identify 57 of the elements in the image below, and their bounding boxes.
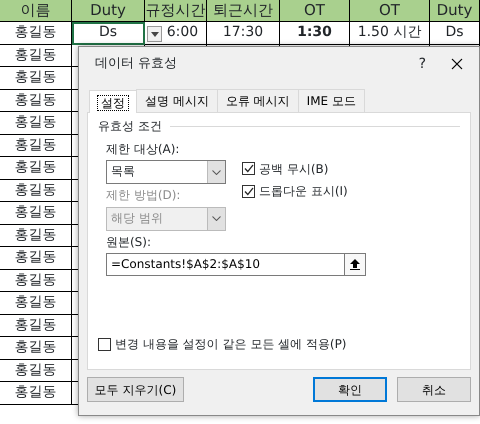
checkbox[interactable]: [98, 338, 111, 351]
checkbox[interactable]: [242, 162, 255, 176]
table-cell-text: 17:30: [222, 23, 264, 42]
dropdown-button[interactable]: [147, 26, 162, 42]
table-cell-text: 홍길동: [14, 180, 56, 200]
table-cell-text: Ds: [445, 23, 464, 42]
dialog-button[interactable]: 모두 지우기(C): [87, 377, 184, 402]
column-header: 이름: [20, 0, 50, 21]
checkbox-label: 변경 내용을 설정이 같은 모든 셀에 적용(P): [115, 337, 346, 352]
dialog-button[interactable]: 취소: [397, 377, 471, 402]
dropdown-field: 해당 범위: [106, 206, 226, 231]
table-cell-text: 1.50 시간: [358, 23, 422, 42]
dropdown-field[interactable]: 목록: [106, 160, 226, 184]
table-cell-text: 홍길동: [14, 23, 56, 42]
table-cell-text: 홍길동: [14, 46, 56, 65]
collapse-button[interactable]: [344, 252, 366, 276]
upload-arrow-icon: [350, 258, 360, 270]
table-cell-text: 홍길동: [14, 383, 56, 402]
tab[interactable]: 설정: [89, 90, 137, 114]
table-cell-text: 6:00: [166, 23, 198, 42]
table-cell-text: 홍길동: [14, 203, 56, 222]
field-label: 원본(S):: [106, 234, 152, 249]
table-cell-text: 홍길동: [14, 68, 56, 88]
selected-cell[interactable]: Ds: [72, 22, 145, 44]
table-cell-text: 1:30: [297, 23, 332, 42]
column-header: OT: [304, 0, 325, 21]
field-label: 제한 대상(A):: [106, 142, 180, 156]
table-cell-text: 홍길동: [14, 338, 56, 358]
table-cell-text: 홍길동: [14, 293, 56, 312]
table-cell-text: 홍길동: [14, 158, 56, 178]
chevron-down-icon: [212, 170, 221, 175]
window-title: 데이터 유효성: [95, 56, 178, 72]
checkbox-label: 공백 무시(B): [259, 162, 328, 176]
checkbox[interactable]: [242, 184, 255, 198]
table-cell-text: 홍길동: [14, 113, 56, 132]
table-cell-text: 홍길동: [14, 226, 56, 245]
dialog-button[interactable]: 확인: [313, 377, 387, 402]
table-cell-text: 홍길동: [14, 248, 56, 268]
table-cell-text: 홍길동: [14, 270, 56, 290]
field-label: 제한 방법(D):: [106, 188, 182, 203]
close-button[interactable]: [451, 58, 463, 70]
tab[interactable]: IME 모드: [298, 89, 365, 112]
table-cell-text: 홍길동: [14, 316, 56, 335]
caret-icon: [150, 32, 158, 36]
column-header: Duty: [90, 0, 126, 21]
column-header: OT: [379, 0, 400, 21]
help-button[interactable]: ?: [418, 52, 427, 76]
checkbox-label: 드롭다운 표시(I): [259, 184, 348, 199]
source-field[interactable]: =Constants!$A$2:$A$10: [106, 252, 344, 276]
table-cell-text: 홍길동: [14, 136, 56, 155]
column-header: 퇴근시간: [213, 0, 273, 21]
chevron-down-icon: [212, 216, 221, 222]
table-cell-text: 홍길동: [14, 360, 56, 380]
column-header: 규정시간: [146, 0, 206, 21]
column-header: Duty: [436, 0, 472, 21]
table-cell-text: 홍길동: [14, 90, 56, 110]
group-title: 유효성 조건: [98, 119, 162, 134]
